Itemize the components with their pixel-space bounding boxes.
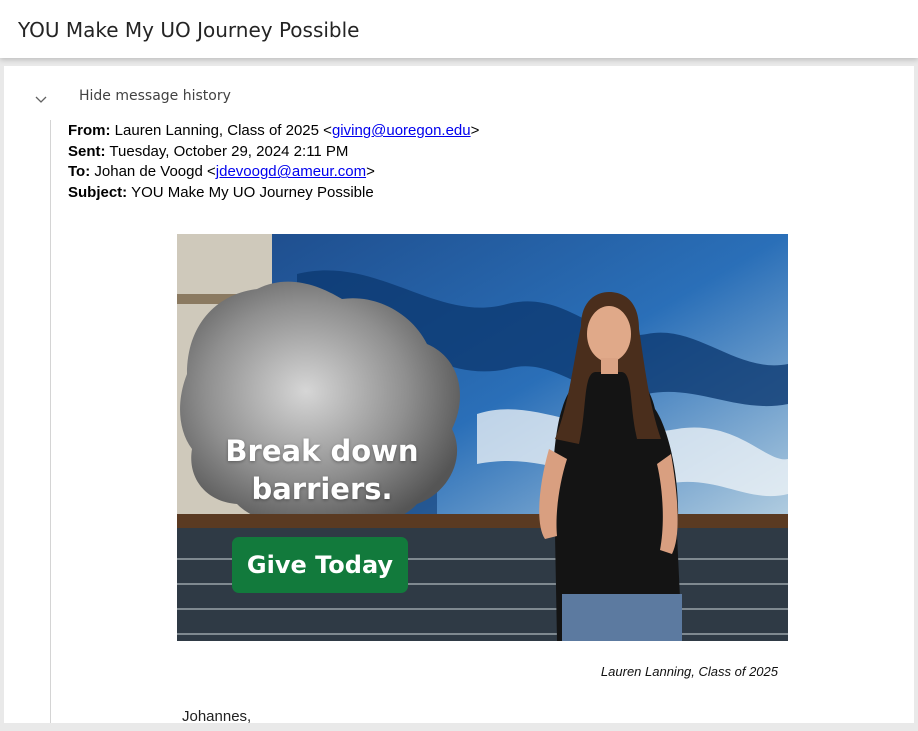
hide-message-history-toggle[interactable]: Hide message history	[34, 86, 231, 106]
sent-label: Sent:	[68, 142, 106, 160]
hero-headline-line-1: Break down	[225, 434, 419, 468]
give-today-button[interactable]: Give Today	[232, 537, 408, 593]
chevron-down-icon	[34, 91, 48, 103]
hide-message-history-label: Hide message history	[79, 88, 231, 104]
from-label: From:	[68, 122, 111, 139]
subject-value: YOU Make My UO Journey Possible	[131, 183, 374, 201]
message-header-bar: YOU Make My UO Journey Possible	[0, 0, 918, 58]
to-name: Johan de Voogd	[94, 163, 203, 181]
from-name: Lauren Lanning, Class of 2025	[114, 122, 319, 139]
subject-line: Subject: YOU Make My UO Journey Possible	[68, 183, 479, 204]
hero-headline: Break down barriers.	[207, 432, 437, 508]
from-email-link[interactable]: giving@uoregon.edu	[332, 122, 471, 139]
to-email-link[interactable]: jdevoogd@ameur.com	[216, 163, 366, 180]
hero-headline-line-2: barriers.	[251, 472, 393, 506]
subject-label: Subject:	[68, 183, 128, 201]
photo-caption: Lauren Lanning, Class of 2025	[600, 664, 778, 679]
sent-value: Tuesday, October 29, 2024 2:11 PM	[109, 142, 349, 160]
to-label: To:	[68, 163, 91, 181]
message-card: Hide message history From: Lauren Lannin…	[4, 66, 914, 723]
email-greeting: Johannes,	[182, 708, 252, 723]
quoted-message-bar	[50, 120, 51, 723]
sent-line: Sent: Tuesday, October 29, 2024 2:11 PM	[68, 142, 479, 163]
hero-banner-image[interactable]: Break down barriers. Give Today	[177, 234, 788, 641]
to-line: To: Johan de Voogd <jdevoogd@ameur.com>	[68, 163, 375, 181]
message-subject-title: YOU Make My UO Journey Possible	[18, 18, 360, 42]
forwarded-message-headers: From: Lauren Lanning, Class of 2025 <giv…	[68, 121, 479, 203]
from-line: From: Lauren Lanning, Class of 2025 <giv…	[68, 122, 480, 139]
